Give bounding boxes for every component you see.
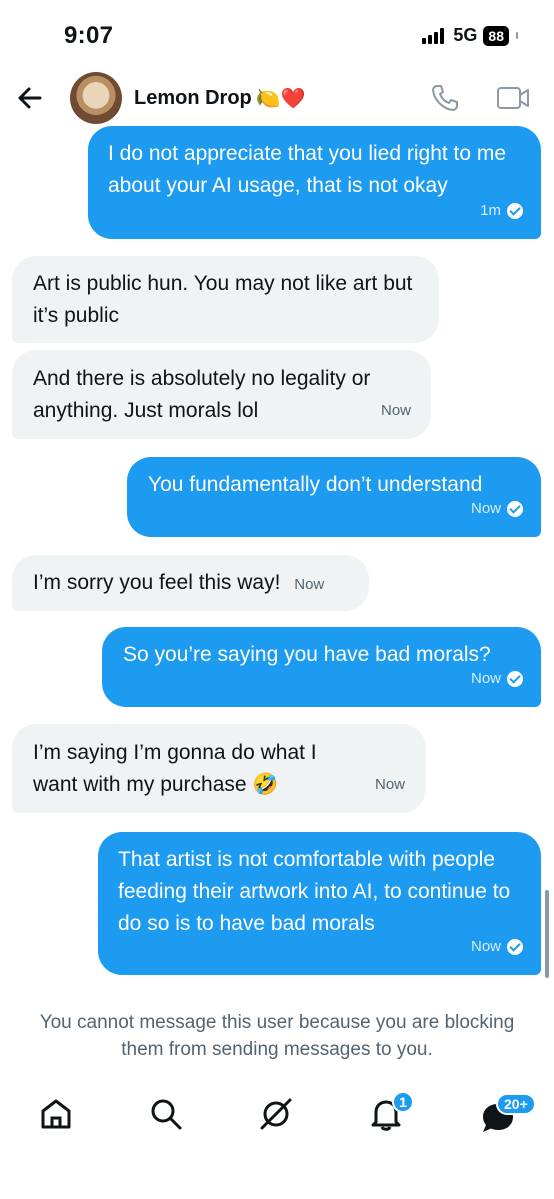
message-received[interactable]: I’m saying I’m gonna do what I want with…: [12, 724, 426, 813]
message-time: Now: [294, 576, 325, 593]
search-icon[interactable]: [148, 1096, 184, 1132]
message-text: That artist is not comfortable with peop…: [118, 848, 511, 935]
home-icon[interactable]: [38, 1096, 74, 1132]
message-time: Now: [374, 776, 405, 793]
read-check-icon: [507, 203, 523, 219]
message-received[interactable]: And there is absolutely no legality or a…: [12, 350, 431, 439]
message-meta: Now: [375, 769, 405, 801]
message-text: I’m saying I’m gonna do what I want with…: [33, 741, 317, 796]
message-meta: 1m: [480, 195, 523, 227]
status-indicators: 5G 88: [422, 25, 518, 46]
message-text: Art is public hun. You may not like art …: [33, 272, 413, 327]
message-time: Now: [380, 402, 411, 419]
signal-icon: [422, 27, 445, 44]
message-text: I do not appreciate that you lied right …: [108, 142, 507, 197]
avatar[interactable]: [70, 72, 122, 124]
contact-name: Lemon Drop: [134, 86, 252, 109]
contact-name-emoji: 🍋❤️: [255, 86, 306, 110]
scrollbar[interactable]: [545, 890, 549, 978]
message-meta: Now: [471, 931, 523, 963]
message-sent[interactable]: So you’re saying you have bad morals? No…: [102, 627, 541, 707]
read-check-icon: [507, 501, 523, 517]
message-sent[interactable]: You fundamentally don’t understand Now: [127, 457, 541, 537]
battery-tip: [516, 32, 518, 39]
status-time: 9:07: [64, 22, 114, 49]
message-sent[interactable]: That artist is not comfortable with peop…: [98, 832, 541, 975]
message-sent[interactable]: I do not appreciate that you lied right …: [88, 126, 541, 239]
message-meta: Now: [471, 493, 523, 525]
read-check-icon: [507, 671, 523, 687]
message-time: Now: [470, 938, 501, 955]
message-text: I’m sorry you feel this way!: [33, 571, 281, 594]
grok-icon[interactable]: [258, 1096, 294, 1132]
phone-icon[interactable]: [430, 83, 460, 113]
message-time: Now: [470, 670, 501, 687]
message-text: You fundamentally don’t understand: [148, 473, 483, 496]
message-time: Now: [470, 500, 501, 517]
blocked-notice: You cannot message this user because you…: [39, 1012, 515, 1060]
message-text: And there is absolutely no legality or a…: [33, 367, 371, 422]
battery-level: 88: [483, 25, 509, 46]
message-received[interactable]: I’m sorry you feel this way! Now: [12, 555, 369, 611]
message-received[interactable]: Art is public hun. You may not like art …: [12, 256, 439, 343]
back-arrow-icon[interactable]: [14, 82, 46, 114]
message-meta: Now: [471, 663, 523, 695]
message-time: 1m: [480, 202, 501, 219]
message-text: So you’re saying you have bad morals?: [123, 643, 491, 666]
video-call-icon[interactable]: [496, 84, 530, 112]
conversation-title[interactable]: Lemon Drop 🍋❤️: [134, 86, 306, 110]
messages-badge: 20+: [496, 1093, 536, 1115]
network-type: 5G: [453, 25, 478, 45]
message-meta: Now: [381, 395, 411, 427]
notifications-badge: 1: [392, 1091, 414, 1113]
message-meta: Now: [294, 576, 324, 593]
read-check-icon: [507, 939, 523, 955]
